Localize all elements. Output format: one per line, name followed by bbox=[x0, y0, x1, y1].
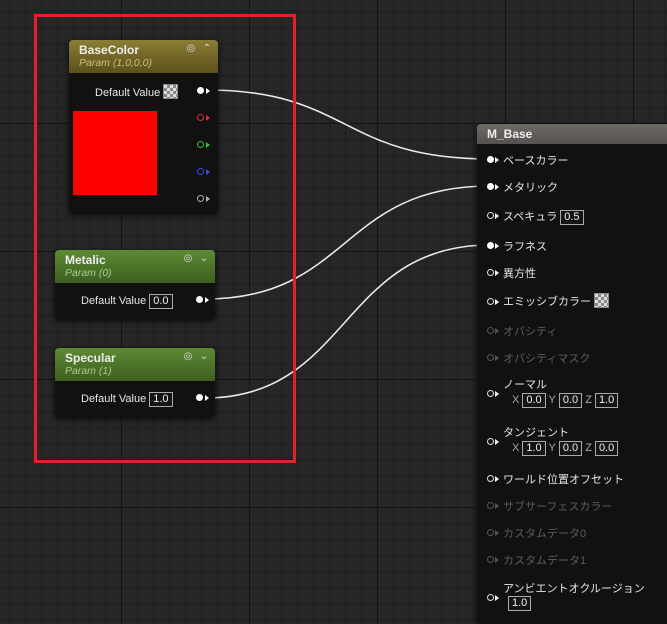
roughness-input-pin[interactable] bbox=[487, 242, 494, 249]
ao-value-field[interactable]: 1.0 bbox=[508, 596, 532, 611]
input-arrow-icon bbox=[495, 530, 499, 536]
opacity-mask-input-pin bbox=[487, 354, 494, 361]
normal-x-field[interactable]: 0.0 bbox=[522, 393, 546, 408]
input-arrow-icon bbox=[495, 503, 499, 509]
anisotropy-input-label: 異方性 bbox=[503, 268, 536, 280]
wpo-input-label: ワールド位置オフセット bbox=[503, 474, 624, 486]
tangent-y-field[interactable]: 0.0 bbox=[558, 441, 583, 456]
tangent-vector-fields: X 1.0 Y 0.0 Z 0.0 bbox=[512, 441, 619, 456]
y-label: Y bbox=[548, 394, 556, 406]
emissive-input-label: エミッシブカラー bbox=[503, 296, 591, 308]
subsurface-input-label: サブサーフェスカラー bbox=[503, 501, 613, 513]
emissive-input-row: エミッシブカラー bbox=[503, 293, 609, 309]
node-header[interactable]: M_Base bbox=[477, 124, 667, 144]
anisotropy-input-pin[interactable] bbox=[487, 269, 494, 276]
ao-input-label: アンビエントオクルージョン bbox=[503, 583, 645, 595]
base-color-input-pin[interactable] bbox=[487, 156, 494, 163]
specular-input-pin[interactable] bbox=[487, 212, 494, 219]
metallic-input-label: メタリック bbox=[503, 182, 558, 194]
input-arrow-icon bbox=[495, 595, 499, 601]
z-label: Z bbox=[585, 442, 592, 454]
base-color-input-label: ベースカラー bbox=[503, 155, 569, 167]
input-arrow-icon bbox=[495, 557, 499, 563]
custom1-input-label: カスタムデータ1 bbox=[503, 555, 587, 567]
custom0-input-pin bbox=[487, 529, 494, 536]
ao-input-pin[interactable] bbox=[487, 594, 494, 601]
input-arrow-icon bbox=[495, 184, 499, 190]
opacity-mask-input-label: オパシティマスク bbox=[503, 353, 591, 365]
node-title: M_Base bbox=[487, 127, 533, 141]
custom0-input-label: カスタムデータ0 bbox=[503, 528, 587, 540]
opacity-input-label: オパシティ bbox=[503, 326, 558, 338]
x-label: X bbox=[512, 394, 520, 406]
selection-highlight bbox=[34, 14, 296, 463]
tangent-input-pin[interactable] bbox=[487, 438, 494, 445]
input-arrow-icon bbox=[495, 157, 499, 163]
tangent-z-field[interactable]: 0.0 bbox=[594, 441, 619, 456]
subsurface-input-pin bbox=[487, 502, 494, 509]
input-arrow-icon bbox=[495, 213, 499, 219]
emissive-input-pin[interactable] bbox=[487, 298, 494, 305]
specular-value-field[interactable]: 0.5 bbox=[560, 210, 584, 225]
metallic-input-pin[interactable] bbox=[487, 183, 494, 190]
custom1-input-pin bbox=[487, 556, 494, 563]
tangent-input-label: タンジェント bbox=[503, 427, 569, 439]
x-label: X bbox=[512, 442, 520, 454]
specular-input-row: スペキュラ 0.5 bbox=[503, 208, 584, 225]
normal-input-pin[interactable] bbox=[487, 390, 494, 397]
input-arrow-icon bbox=[495, 355, 499, 361]
checker-texture-icon[interactable] bbox=[594, 293, 609, 308]
input-arrow-icon bbox=[495, 476, 499, 482]
input-arrow-icon bbox=[495, 299, 499, 305]
input-arrow-icon bbox=[495, 243, 499, 249]
input-arrow-icon bbox=[495, 439, 499, 445]
specular-input-label: スペキュラ bbox=[503, 211, 558, 223]
normal-y-field[interactable]: 0.0 bbox=[558, 393, 583, 408]
input-arrow-icon bbox=[495, 328, 499, 334]
input-arrow-icon bbox=[495, 270, 499, 276]
z-label: Z bbox=[585, 394, 592, 406]
opacity-input-pin bbox=[487, 327, 494, 334]
wpo-input-pin[interactable] bbox=[487, 475, 494, 482]
material-result-node[interactable]: M_Base ベースカラー メタリック スペキュラ 0.5 ラフネス 異方性 エミ… bbox=[477, 124, 667, 624]
roughness-input-label: ラフネス bbox=[503, 241, 547, 253]
normal-vector-fields: X 0.0 Y 0.0 Z 1.0 bbox=[512, 393, 619, 408]
input-arrow-icon bbox=[495, 391, 499, 397]
normal-input-label: ノーマル bbox=[503, 379, 547, 391]
normal-z-field[interactable]: 1.0 bbox=[594, 393, 619, 408]
ao-value-row: 1.0 bbox=[505, 596, 532, 611]
tangent-x-field[interactable]: 1.0 bbox=[522, 441, 546, 456]
y-label: Y bbox=[548, 442, 556, 454]
